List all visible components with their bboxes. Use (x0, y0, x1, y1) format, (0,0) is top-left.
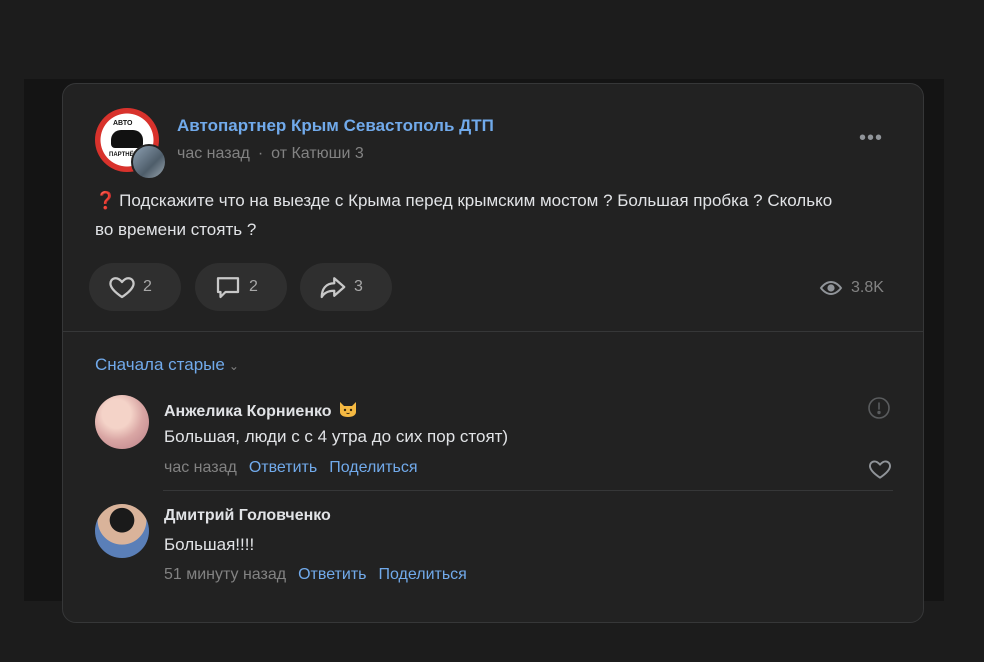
group-name-link[interactable]: Автопартнер Крым Севастополь ДТП (177, 116, 494, 136)
comment-sort-dropdown[interactable]: Сначала старые ⌄ (95, 355, 239, 375)
comment-divider (163, 490, 893, 491)
reply-link[interactable]: Ответить (298, 566, 366, 583)
reply-link[interactable]: Ответить (249, 459, 317, 476)
comment-count: 2 (249, 278, 258, 295)
comment-time: 51 минуту назад (164, 566, 287, 583)
comment-icon (216, 277, 240, 299)
post-body: Подскажите что на выезде с Крыма перед к… (95, 191, 833, 239)
comment-author[interactable]: Дмитрий Головченко (164, 507, 331, 525)
eye-icon (819, 280, 843, 296)
cat-face-emoji-icon (339, 402, 356, 417)
post-text: ❓ Подскажите что на выезде с Крыма перед … (95, 186, 855, 244)
comment-text: Большая, люди с с 4 утра до сих пор стоя… (164, 427, 509, 446)
share-button[interactable]: 3 (300, 263, 392, 311)
like-count: 2 (143, 278, 152, 295)
car-logo-icon (111, 130, 143, 148)
comment-time: час назад (164, 459, 237, 476)
post-card: АВТО ПАРТНЁР Автопартнер Крым Севастопол… (62, 83, 924, 623)
post-time[interactable]: час назад (177, 145, 250, 162)
like-button[interactable]: 2 (89, 263, 181, 311)
post-author-from[interactable]: от Катюши 3 (271, 145, 364, 162)
report-icon[interactable] (867, 396, 891, 420)
more-options-icon[interactable]: ••• (859, 128, 883, 148)
question-mark-icon: ❓ (95, 191, 117, 210)
commenter-avatar[interactable] (95, 395, 149, 449)
comment-text: Большая!!!! (164, 535, 255, 554)
comment-author[interactable]: Анжелика Корниенко (164, 400, 358, 421)
comment-like-heart-icon[interactable] (867, 456, 893, 482)
comment-button[interactable]: 2 (195, 263, 287, 311)
divider (63, 331, 923, 332)
post-meta: час назад · от Катюши 3 (177, 145, 364, 162)
chevron-down-icon: ⌄ (228, 359, 239, 373)
comment-author-name[interactable]: Анжелика Корниенко (164, 403, 332, 420)
logo-text-top: АВТО (113, 120, 133, 127)
views-counter: 3.8K (819, 276, 884, 300)
share-link[interactable]: Поделиться (329, 459, 417, 476)
views-count: 3.8K (851, 279, 884, 296)
comment-meta: 51 минуту назад Ответить Поделиться (164, 566, 467, 584)
author-avatar[interactable] (131, 144, 167, 180)
heart-icon (109, 277, 135, 299)
share-link[interactable]: Поделиться (378, 566, 466, 583)
share-count: 3 (354, 278, 363, 295)
sort-label: Сначала старые (95, 355, 225, 374)
comment-meta: час назад Ответить Поделиться (164, 459, 418, 477)
commenter-avatar[interactable] (95, 504, 149, 558)
share-arrow-icon (320, 277, 346, 299)
